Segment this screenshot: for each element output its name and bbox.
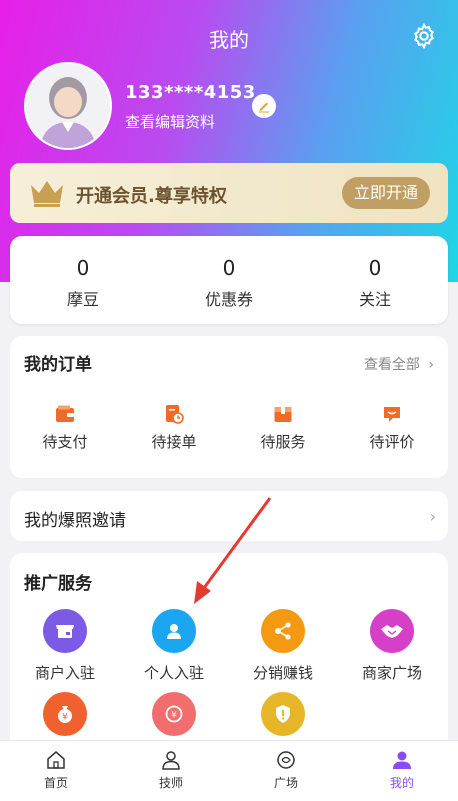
- user-phone: 133****4153: [125, 82, 256, 103]
- order-pending-payment[interactable]: 待支付: [15, 404, 115, 452]
- plaza-icon: [275, 749, 297, 771]
- promo-merchant-join[interactable]: 商户入驻: [15, 609, 115, 683]
- pencil-icon[interactable]: [252, 94, 276, 118]
- edit-profile-link[interactable]: 查看编辑资料: [125, 111, 215, 132]
- stat-label: 优惠券: [204, 290, 253, 309]
- stat-following[interactable]: 0 关注: [315, 256, 435, 310]
- promo-label: 商家广场: [361, 664, 422, 682]
- order-label: 待接单: [151, 433, 197, 451]
- promo-card: 推广服务 商户入驻 个人入驻 分销赚钱 商家广场 ¥ ¥: [10, 553, 448, 753]
- tab-technician[interactable]: 技师: [131, 749, 211, 791]
- page-title: 我的: [209, 28, 249, 52]
- store-icon: [43, 609, 87, 653]
- chevron-right-icon: ›: [428, 357, 434, 373]
- stat-label: 关注: [358, 290, 391, 309]
- handshake-icon: [370, 609, 414, 653]
- promo-distribution[interactable]: 分销赚钱: [233, 609, 333, 683]
- tab-mine[interactable]: 我的: [362, 749, 442, 791]
- tab-home[interactable]: 首页: [16, 749, 96, 791]
- order-label: 待支付: [42, 433, 88, 451]
- invite-row[interactable]: 我的爆照邀请 ›: [10, 491, 448, 541]
- promo-label: 个人入驻: [143, 664, 204, 682]
- settings-icon[interactable]: [410, 22, 438, 50]
- order-pending-accept[interactable]: 待接单: [124, 404, 224, 452]
- orders-card: 我的订单 查看全部 › 待支付 待接单 待服务 待评价: [10, 336, 448, 478]
- tab-label: 我的: [389, 776, 414, 790]
- money-bag-icon: ¥: [43, 692, 87, 736]
- tab-bar: 首页 技师 广场 我的: [0, 740, 458, 801]
- profile-icon: [391, 749, 413, 771]
- tab-plaza[interactable]: 广场: [246, 749, 326, 791]
- stat-value: 0: [368, 256, 382, 280]
- svg-text:¥: ¥: [62, 713, 68, 723]
- stat-value: 0: [76, 256, 90, 280]
- view-all-orders-link[interactable]: 查看全部 ›: [364, 354, 434, 374]
- box-icon: [273, 404, 293, 424]
- order-label: 待评价: [369, 433, 415, 451]
- promo-merchant-plaza[interactable]: 商家广场: [342, 609, 442, 683]
- orders-title: 我的订单: [24, 355, 92, 375]
- stats-card: 0 摩豆 0 优惠券 0 关注: [10, 236, 448, 324]
- invite-label: 我的爆照邀请: [24, 511, 126, 531]
- promo-label: 商户入驻: [34, 664, 95, 682]
- svg-text:¥: ¥: [171, 711, 177, 721]
- share-icon: [261, 609, 305, 653]
- stat-coupons[interactable]: 0 优惠券: [169, 256, 289, 310]
- comment-icon: [382, 404, 402, 424]
- home-icon: [45, 749, 67, 771]
- refund-icon: ¥: [152, 692, 196, 736]
- promo-item-refund[interactable]: ¥: [124, 692, 224, 736]
- promo-item-shield[interactable]: [233, 692, 333, 736]
- technician-icon: [160, 749, 182, 771]
- clock-document-icon: [164, 404, 184, 424]
- view-all-label: 查看全部: [363, 357, 420, 373]
- promo-label: 分销赚钱: [252, 664, 313, 682]
- promo-title: 推广服务: [24, 574, 92, 594]
- order-label: 待服务: [260, 433, 306, 451]
- stat-label: 摩豆: [66, 290, 99, 309]
- promo-personal-join[interactable]: 个人入驻: [124, 609, 224, 683]
- stat-value: 0: [222, 256, 236, 280]
- order-pending-service[interactable]: 待服务: [233, 404, 333, 452]
- crown-icon: [28, 177, 66, 209]
- vip-text: 开通会员.尊享特权: [76, 186, 227, 207]
- wallet-icon: [55, 404, 75, 424]
- person-icon: [152, 609, 196, 653]
- stat-modou[interactable]: 0 摩豆: [23, 256, 143, 310]
- tab-label: 技师: [158, 776, 183, 790]
- order-pending-review[interactable]: 待评价: [342, 404, 442, 452]
- vip-banner[interactable]: 开通会员.尊享特权 立即开通: [10, 163, 448, 223]
- promo-item-money[interactable]: ¥: [15, 692, 115, 736]
- vip-open-button[interactable]: 立即开通: [342, 177, 430, 209]
- avatar[interactable]: [24, 62, 112, 150]
- tab-label: 广场: [273, 776, 298, 790]
- tab-label: 首页: [43, 776, 68, 790]
- chevron-right-icon: ›: [429, 507, 436, 526]
- shield-alert-icon: [261, 692, 305, 736]
